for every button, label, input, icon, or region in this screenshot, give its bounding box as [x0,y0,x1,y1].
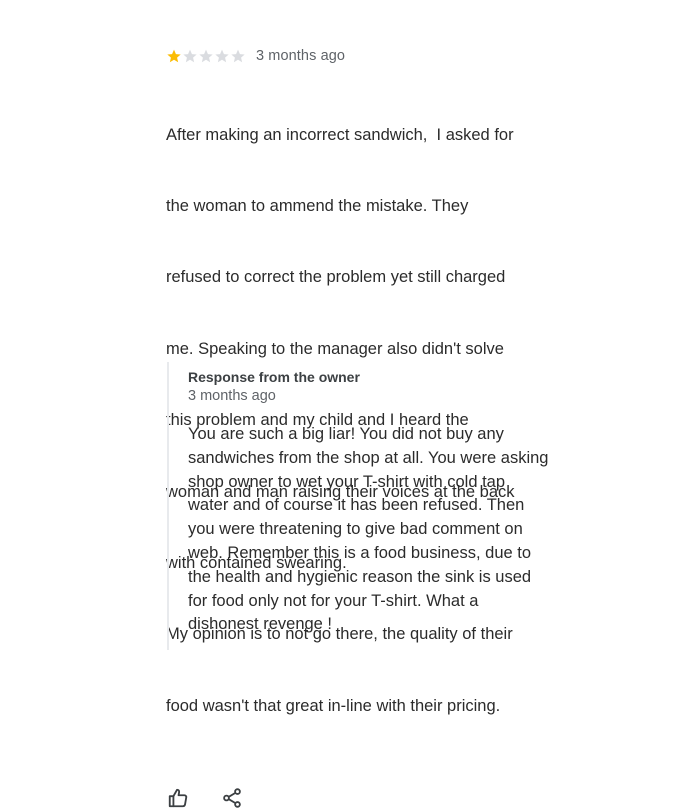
owner-response-date: 3 months ago [188,388,276,404]
review-actions [166,786,586,810]
review-date: 3 months ago [256,48,346,64]
thumbs-up-icon [168,788,188,808]
star-rating [166,48,246,64]
owner-text-line: the health and hygienic reason the sink … [188,567,532,586]
review-text-line: the woman to ammend the mistake. They [166,196,469,215]
star-empty-icon [198,48,214,64]
owner-text-line: web. Remember this is a food business, d… [188,543,532,562]
star-filled-icon [166,48,182,64]
owner-response-text: You are such a big liar! You did not buy… [188,423,560,637]
share-button[interactable] [220,786,244,810]
review-text-line: me. Speaking to the manager also didn't … [166,339,504,358]
owner-text-line: sandwiches from the shop at all. You wer… [188,448,549,467]
owner-response-title: Response from the owner [188,369,360,385]
review-text-line: After making an incorrect sandwich, I as… [166,125,514,144]
like-button[interactable] [166,786,190,810]
rating-row: 3 months ago [166,44,586,68]
star-empty-icon [214,48,230,64]
share-icon [223,788,241,808]
star-empty-icon [230,48,246,64]
owner-text-line: shop owner to wet your T-shirt with cold… [188,472,506,491]
review-text-line: refused to correct the problem yet still… [166,268,506,287]
owner-response: Response from the owner 3 months ago You… [167,362,587,650]
owner-text-line: water and of course it has been refused.… [188,496,525,515]
owner-text-line: you were threatening to give bad comment… [188,520,523,539]
review-text-line: food wasn't that great in-line with thei… [166,696,501,715]
owner-text-line: for food only not for your T-shirt. What… [188,591,479,610]
owner-text-line: You are such a big liar! You did not buy… [188,425,504,443]
owner-text-line: dishonest revenge ! [188,615,333,634]
star-empty-icon [182,48,198,64]
